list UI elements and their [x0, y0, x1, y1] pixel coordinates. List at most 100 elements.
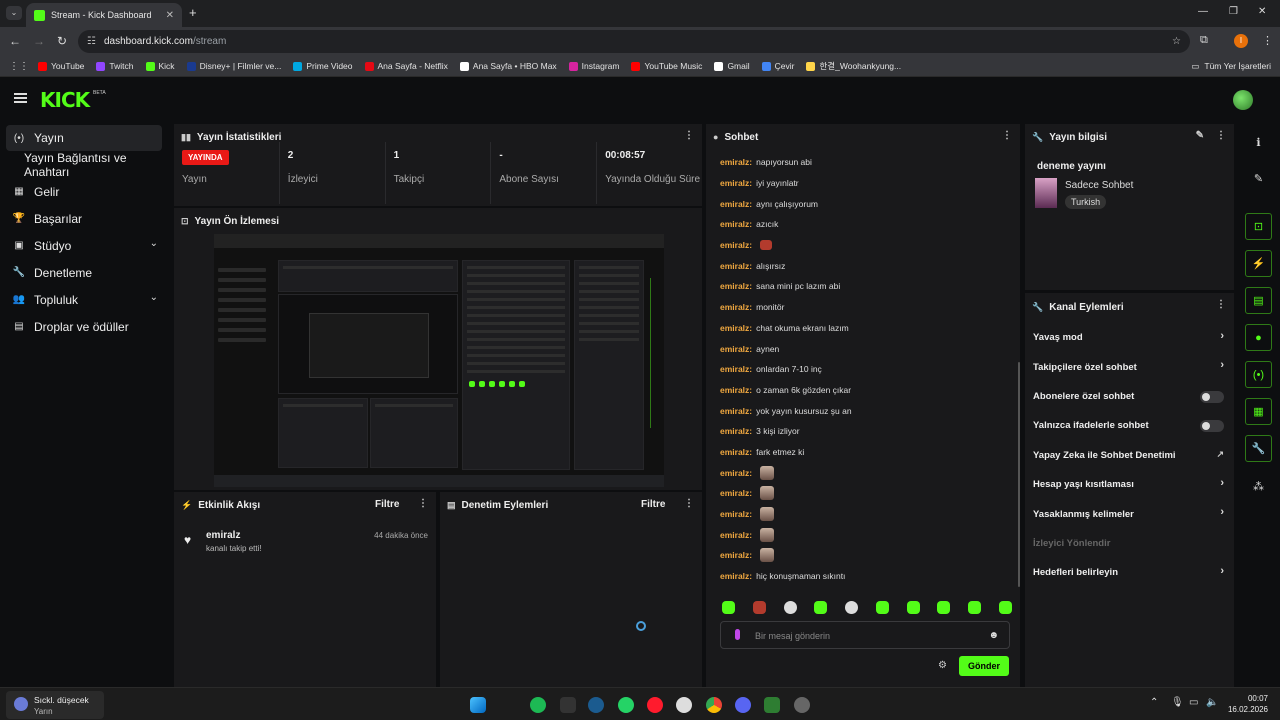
url-input[interactable]: ☷ dashboard.kick.com/stream ☆: [78, 30, 1190, 53]
external-link-icon[interactable]: ↗: [1216, 449, 1224, 460]
channel-actions-more-icon[interactable]: ⋮: [1216, 299, 1226, 310]
wrench-widget-icon[interactable]: 🔧: [1245, 435, 1272, 462]
app-icon[interactable]: [764, 697, 780, 713]
sidebar-item[interactable]: 👥 Topluluk ⌄: [0, 286, 168, 313]
forward-icon[interactable]: →: [33, 34, 45, 48]
kick-logo[interactable]: KICK: [40, 88, 90, 112]
sidebar-item[interactable]: 🔧 Denetleme: [0, 259, 168, 286]
chevron-right-icon[interactable]: ›: [1220, 506, 1224, 518]
sidebar-item[interactable]: 🏆 Başarılar: [0, 205, 168, 232]
chrome-icon[interactable]: [706, 697, 722, 713]
emote-button[interactable]: [875, 601, 889, 614]
emote-button[interactable]: [906, 601, 920, 614]
apps-icon[interactable]: ⁂: [1245, 473, 1272, 500]
emote-button[interactable]: [968, 601, 982, 614]
clock[interactable]: 00:07 16.02.2026: [1228, 693, 1268, 715]
chat-username[interactable]: emiralz:: [720, 178, 752, 188]
emote-button[interactable]: [937, 601, 951, 614]
category-name[interactable]: Sadece Sohbet: [1065, 180, 1133, 191]
network-icon[interactable]: ▭: [1189, 697, 1198, 708]
broadcast-widget-icon[interactable]: (•): [1245, 361, 1272, 388]
reload-icon[interactable]: ↻: [57, 34, 67, 48]
channel-action-item[interactable]: Abonelere özel sohbet: [1025, 382, 1234, 411]
menu-icon[interactable]: ⋮: [1262, 34, 1273, 47]
bookmark-item[interactable]: YouTube: [38, 60, 84, 72]
weather-widget[interactable]: Sıckl. düşecek Yarın: [6, 691, 104, 719]
activity-more-icon[interactable]: ⋮: [418, 498, 428, 509]
channel-action-item[interactable]: Yalnızca ifadelerle sohbet: [1025, 411, 1234, 440]
chat-username[interactable]: emiralz:: [720, 447, 752, 457]
bookmark-star-icon[interactable]: ☆: [1172, 30, 1181, 53]
close-tab-icon[interactable]: ✕: [166, 10, 174, 21]
chat-username[interactable]: emiralz:: [720, 323, 752, 333]
emote-button[interactable]: [845, 601, 859, 614]
bookmark-item[interactable]: Disney+ | Filmler ve...: [186, 60, 281, 72]
opera-icon[interactable]: [647, 697, 663, 713]
spotify-icon[interactable]: [530, 697, 546, 713]
edit-icon[interactable]: ✎: [1245, 165, 1272, 192]
preview-widget-icon[interactable]: ⊡: [1245, 213, 1272, 240]
bookmark-item[interactable]: YouTube Music: [631, 60, 702, 72]
channel-action-item[interactable]: Hesap yaşı kısıtlaması ›: [1025, 470, 1234, 499]
clipboard-widget-icon[interactable]: ▤: [1245, 287, 1272, 314]
chat-username[interactable]: emiralz:: [720, 571, 752, 581]
chevron-right-icon[interactable]: ›: [1220, 565, 1224, 577]
start-icon[interactable]: [470, 697, 486, 713]
bookmark-item[interactable]: Ana Sayfa • HBO Max: [459, 60, 557, 72]
bookmark-item[interactable]: Kick: [145, 60, 175, 72]
chevron-down-icon[interactable]: ⌄: [150, 238, 158, 249]
chat-message-input[interactable]: Bir mesaj gönderin ☻: [720, 621, 1010, 649]
emote-button[interactable]: [752, 601, 766, 614]
send-button[interactable]: Gönder: [959, 656, 1009, 676]
chat-username[interactable]: emiralz:: [720, 488, 752, 498]
bookmark-item[interactable]: Prime Video: [293, 60, 353, 72]
whatsapp-icon[interactable]: [618, 697, 634, 713]
moderation-filter-button[interactable]: Filtre: [641, 499, 665, 510]
edit-pencil-icon[interactable]: ✎: [1196, 130, 1204, 141]
chat-username[interactable]: emiralz:: [720, 157, 752, 167]
activity-user[interactable]: emiralz: [206, 530, 240, 541]
chat-username[interactable]: emiralz:: [720, 302, 752, 312]
bookmark-item[interactable]: Instagram: [568, 60, 619, 72]
sidebar-item[interactable]: (•) Yayın: [6, 125, 162, 151]
restore-icon[interactable]: ❐: [1229, 6, 1238, 17]
new-tab-button[interactable]: +: [189, 5, 197, 20]
bookmark-item[interactable]: Çevir: [761, 60, 794, 72]
emote-button[interactable]: [722, 601, 735, 614]
info-icon[interactable]: ℹ: [1245, 129, 1272, 156]
bolt-widget-icon[interactable]: ⚡: [1245, 250, 1272, 277]
chat-username[interactable]: emiralz:: [720, 219, 752, 229]
stream-preview-video[interactable]: [214, 234, 664, 487]
bookmark-item[interactable]: 한결_Woohankyung...: [806, 60, 901, 72]
emote-button[interactable]: [814, 601, 828, 614]
back-icon[interactable]: ←: [9, 34, 21, 48]
bookmark-item[interactable]: Twitch: [96, 60, 134, 72]
hamburger-menu-icon[interactable]: [14, 93, 27, 103]
chat-username[interactable]: emiralz:: [720, 261, 752, 271]
mic-tray-icon[interactable]: 🎙: [1171, 697, 1184, 708]
apps-grid-icon[interactable]: ⋮⋮: [0, 61, 38, 72]
chat-username[interactable]: emiralz:: [720, 509, 752, 519]
chat-username[interactable]: emiralz:: [720, 240, 752, 250]
channel-action-item[interactable]: Yavaş mod ›: [1025, 323, 1234, 352]
chat-scrollbar[interactable]: [1018, 362, 1020, 587]
chat-username[interactable]: emiralz:: [720, 468, 752, 478]
sidebar-item[interactable]: ▣ Stüdyo ⌄: [0, 232, 168, 259]
extensions-icon[interactable]: ⧉: [1200, 34, 1208, 47]
chat-username[interactable]: emiralz:: [720, 550, 752, 560]
bookmark-item[interactable]: Gmail: [714, 60, 750, 72]
discord-icon[interactable]: [735, 697, 751, 713]
chat-more-icon[interactable]: ⋮: [1002, 130, 1012, 141]
emote-button[interactable]: [783, 601, 797, 614]
stream-info-more-icon[interactable]: ⋮: [1216, 130, 1226, 141]
emoji-icon[interactable]: ☻: [988, 622, 999, 650]
app-icon[interactable]: [794, 697, 810, 713]
chatgpt-icon[interactable]: [676, 697, 692, 713]
sidebar-item[interactable]: Yayın Bağlantısı ve Anahtarı: [0, 151, 168, 179]
chevron-right-icon[interactable]: ›: [1220, 477, 1224, 489]
all-bookmarks-button[interactable]: ▭ Tüm Yer İşaretleri: [1191, 61, 1271, 72]
more-options-icon[interactable]: ⋮: [684, 130, 694, 141]
chat-widget-icon[interactable]: ●: [1245, 324, 1272, 351]
minimize-icon[interactable]: —: [1198, 6, 1208, 17]
chat-username[interactable]: emiralz:: [720, 426, 752, 436]
